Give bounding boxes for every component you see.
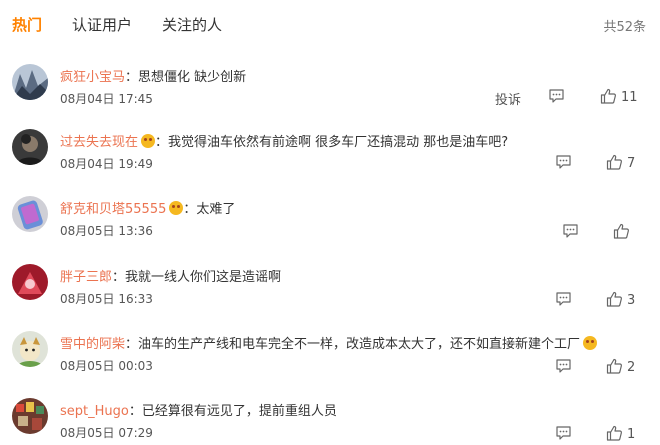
username-link[interactable]: sept_Hugo — [60, 404, 129, 419]
comment-time: 08月05日 00:03 — [60, 359, 153, 373]
like-button[interactable] — [613, 223, 634, 241]
comment-text: 思想僵化 缺少创新 — [138, 70, 247, 85]
comment-tabs: 热门 认证用户 关注的人 共52条 — [0, 0, 660, 50]
username-link[interactable]: 胖子三郎 — [60, 270, 112, 285]
comment-text-line: 疯狂小宝马：思想僵化 缺少创新 — [60, 66, 246, 85]
comment-text: 已经算很有远见了，提前重组人员 — [141, 404, 337, 419]
comment-time: 08月05日 13:36 — [60, 224, 153, 238]
emoji-icon — [141, 134, 156, 148]
separator: ： — [155, 135, 169, 150]
comment-item: 雪中的阿柴：油车的生产产线和电车完全不一样，改造成本太大了，还不如直接新建个工厂… — [0, 331, 660, 397]
thumbs-up-icon — [600, 88, 616, 104]
username-link[interactable]: 过去失去现在 — [60, 135, 138, 150]
avatar[interactable] — [12, 264, 48, 300]
like-button[interactable]: 1 — [606, 425, 635, 443]
comment-text: 油车的生产产线和电车完全不一样，改造成本太大了，还不如直接新建个工厂 — [138, 337, 581, 352]
comment-item: sept_Hugo：已经算很有远见了，提前重组人员 08月05日 07:29 1 — [0, 398, 660, 445]
like-count: 7 — [627, 156, 636, 171]
avatar[interactable] — [12, 331, 48, 367]
emoji-icon — [583, 336, 598, 350]
tab-verified-users[interactable]: 认证用户 — [72, 14, 132, 35]
comment-item: 舒克和贝塔55555 ：太难了 08月05日 13:36 — [0, 196, 660, 262]
avatar[interactable] — [12, 129, 48, 165]
report-button[interactable]: 投诉 — [495, 89, 521, 108]
thumbs-up-icon — [606, 291, 622, 307]
comment-item: 胖子三郎：我就一线人你们这是造谣啊 08月05日 16:33 3 — [0, 264, 660, 330]
username-link[interactable]: 雪中的阿柴 — [60, 337, 125, 352]
emoji-icon — [169, 201, 184, 215]
comment-text: 太难了 — [196, 202, 236, 217]
tab-hot[interactable]: 热门 — [12, 14, 42, 35]
separator: ： — [112, 270, 126, 285]
comment-icon[interactable] — [555, 291, 572, 307]
like-count: 11 — [621, 90, 638, 105]
separator: ： — [125, 70, 139, 85]
comment-time: 08月05日 07:29 — [60, 426, 153, 440]
like-count: 3 — [627, 293, 636, 308]
comment-time: 08月04日 17:45 — [60, 92, 153, 106]
comment-icon[interactable] — [548, 88, 565, 104]
separator: ： — [128, 404, 142, 419]
separator: ： — [125, 337, 139, 352]
separator: ： — [183, 202, 197, 217]
comment-total-count: 共52条 — [603, 20, 646, 35]
comment-text: 我就一线人你们这是造谣啊 — [125, 270, 282, 285]
like-button[interactable]: 7 — [606, 154, 635, 172]
avatar[interactable] — [12, 196, 48, 232]
thumbs-up-icon — [606, 154, 622, 170]
comment-item: 过去失去现在 ：我觉得油车依然有前途啊 很多车厂还搞混动 那也是油车吧? 08月0… — [0, 129, 660, 195]
comment-icon[interactable] — [555, 425, 572, 441]
thumbs-up-icon — [606, 358, 622, 374]
comment-icon[interactable] — [555, 358, 572, 374]
comment-text-line: 胖子三郎：我就一线人你们这是造谣啊 — [60, 266, 281, 285]
comment-time: 08月05日 16:33 — [60, 292, 153, 306]
thumbs-up-icon — [613, 223, 629, 239]
like-count: 1 — [627, 427, 636, 442]
comment-icon[interactable] — [555, 154, 572, 170]
comment-text-line: sept_Hugo：已经算很有远见了，提前重组人员 — [60, 400, 337, 419]
comment-text: 我觉得油车依然有前途啊 很多车厂还搞混动 那也是油车吧? — [168, 135, 509, 150]
like-button[interactable]: 11 — [600, 88, 638, 106]
comment-time: 08月04日 19:49 — [60, 157, 153, 171]
like-button[interactable]: 2 — [606, 358, 635, 376]
avatar[interactable] — [12, 64, 48, 100]
comment-text-line: 舒克和贝塔55555 ：太难了 — [60, 198, 235, 217]
comment-text-line: 雪中的阿柴：油车的生产产线和电车完全不一样，改造成本太大了，还不如直接新建个工厂 — [60, 333, 598, 352]
comment-text-line: 过去失去现在 ：我觉得油车依然有前途啊 很多车厂还搞混动 那也是油车吧? — [60, 131, 508, 150]
like-button[interactable]: 3 — [606, 291, 635, 309]
thumbs-up-icon — [606, 425, 622, 441]
username-link[interactable]: 疯狂小宝马 — [60, 70, 125, 85]
avatar[interactable] — [12, 398, 48, 434]
tab-following[interactable]: 关注的人 — [162, 14, 222, 35]
comment-icon[interactable] — [562, 223, 579, 239]
username-link[interactable]: 舒克和贝塔55555 — [60, 202, 166, 217]
like-count: 2 — [627, 360, 636, 375]
comment-item: 疯狂小宝马：思想僵化 缺少创新 08月04日 17:45 投诉 11 — [0, 64, 660, 130]
